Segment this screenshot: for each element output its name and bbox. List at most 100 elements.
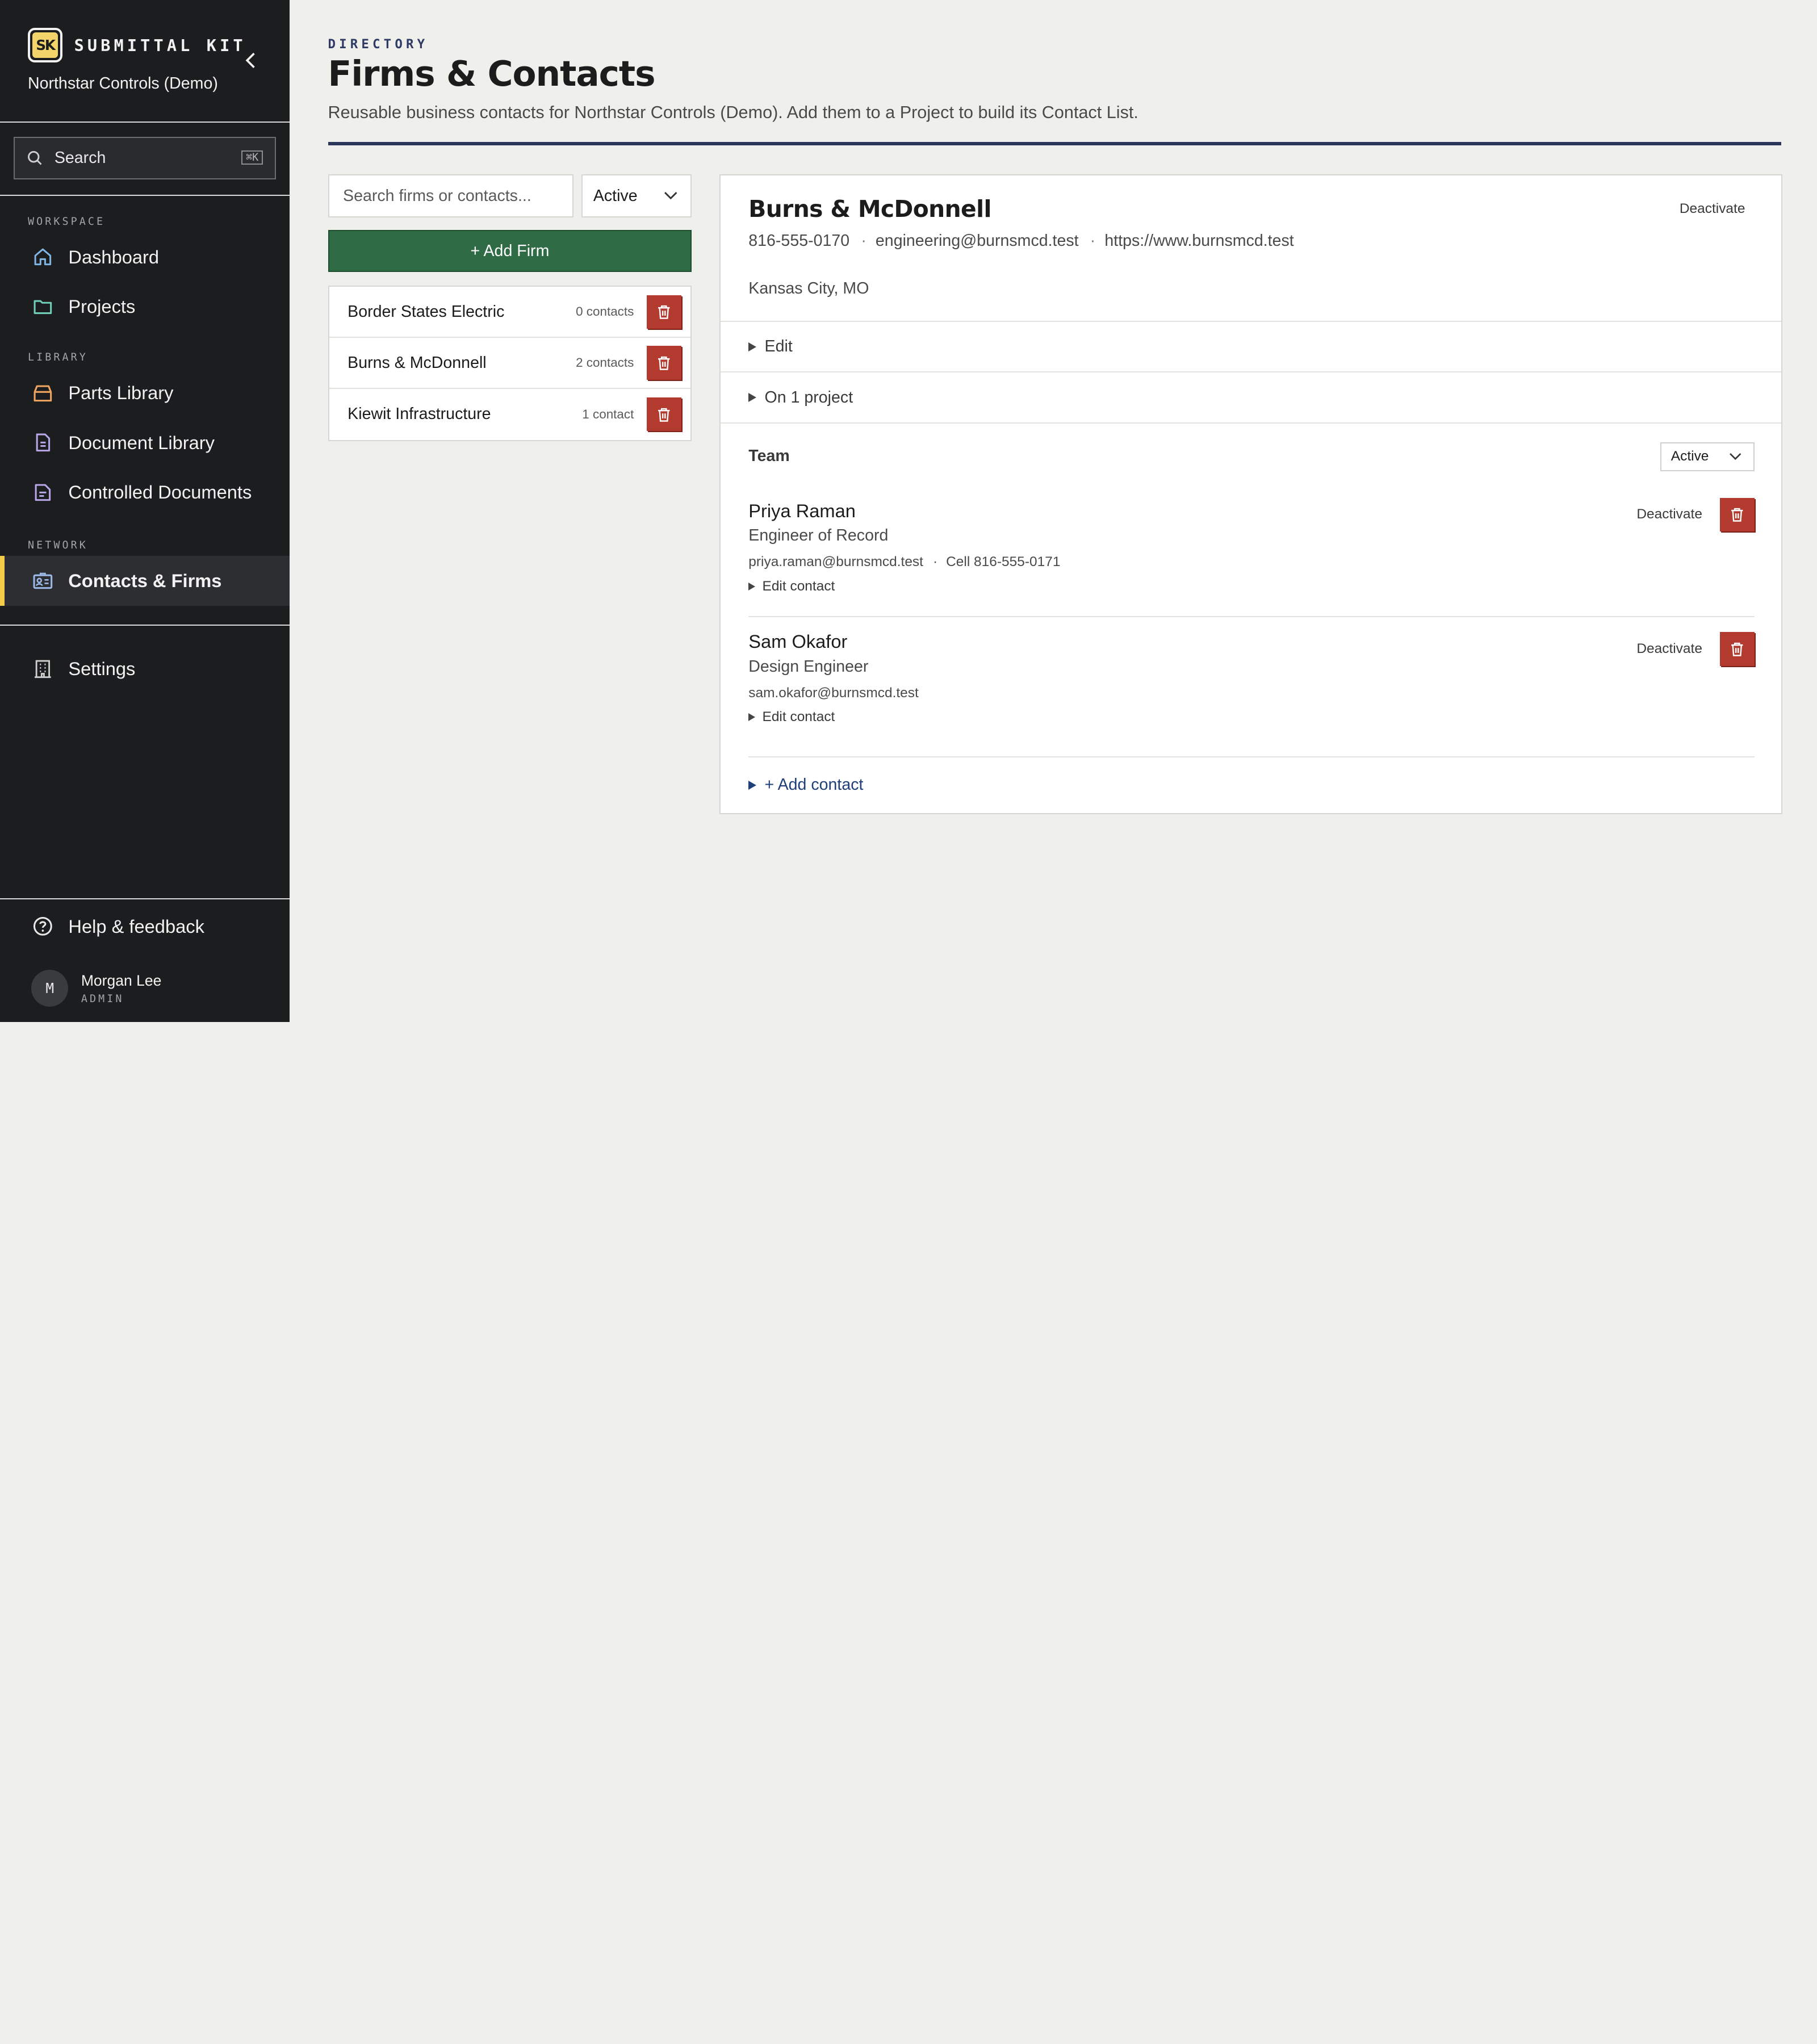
- projects-label: On 1 project: [764, 388, 853, 407]
- contact-phone: Cell 816-555-0171: [946, 554, 1061, 570]
- sidebar-item-label: Parts Library: [68, 382, 174, 403]
- firm-search-placeholder: Search firms or contacts...: [343, 186, 531, 205]
- firm-contact-count: 1 contact: [582, 407, 634, 421]
- trash-icon: [658, 408, 670, 422]
- firm-list-panel: Search firms or contacts... Active + Add…: [328, 174, 692, 814]
- firm-search-input[interactable]: Search firms or contacts...: [328, 174, 574, 217]
- add-contact-toggle[interactable]: + Add contact: [748, 756, 1755, 813]
- projects-toggle[interactable]: On 1 project: [721, 372, 1781, 424]
- header-rule: [328, 142, 1781, 146]
- building-icon: [35, 660, 51, 678]
- team-heading: Team: [748, 446, 790, 465]
- user-role: ADMIN: [81, 992, 124, 1005]
- user-profile[interactable]: M Morgan Lee ADMIN: [0, 970, 290, 1007]
- firm-detail-name: Burns & McDonnell: [748, 195, 991, 223]
- contact-email: sam.okafor@burnsmcd.test: [748, 685, 919, 701]
- brand-header: SK SUBMITTAL KIT Northstar Controls (Dem…: [0, 0, 290, 123]
- trash-icon: [1731, 642, 1743, 656]
- firm-list: Border States Electric 0 contacts Burns …: [328, 286, 692, 441]
- firm-name: Border States Electric: [348, 302, 505, 321]
- deactivate-contact-button[interactable]: Deactivate: [1636, 641, 1702, 657]
- chevron-down-icon: [664, 192, 677, 200]
- delete-firm-button[interactable]: [646, 346, 682, 380]
- sidebar-item-projects[interactable]: Projects: [0, 282, 290, 332]
- chevron-left-icon: [245, 52, 255, 68]
- sidebar-item-dashboard[interactable]: Dashboard: [0, 232, 290, 282]
- avatar: M: [31, 970, 69, 1007]
- collapse-sidebar-button[interactable]: [241, 49, 260, 72]
- sidebar-item-label: Settings: [68, 658, 136, 680]
- caret-right-icon: [748, 713, 756, 722]
- firm-row[interactable]: Border States Electric 0 contacts: [329, 287, 691, 338]
- document-icon: [36, 433, 51, 452]
- edit-contact-label: Edit contact: [762, 709, 835, 725]
- sidebar-item-contacts-firms[interactable]: Contacts & Firms: [0, 556, 290, 606]
- edit-contact-toggle[interactable]: Edit contact: [748, 579, 1755, 594]
- search-icon: [27, 151, 42, 165]
- search-shortcut: ⌘K: [241, 150, 263, 165]
- contact-email: priya.raman@burnsmcd.test: [748, 554, 923, 570]
- contact-card-icon: [33, 572, 53, 589]
- add-contact-label: + Add contact: [764, 776, 864, 794]
- contact-role: Design Engineer: [748, 657, 869, 676]
- page-subtitle: Reusable business contacts for Northstar…: [328, 102, 1138, 122]
- page-eyebrow: DIRECTORY: [328, 37, 429, 52]
- caret-right-icon: [748, 582, 756, 590]
- sidebar-item-label: Projects: [68, 296, 136, 317]
- team-status-select[interactable]: Active: [1660, 442, 1755, 471]
- sidebar-item-settings[interactable]: Settings: [0, 644, 290, 694]
- sidebar-item-document-library[interactable]: Document Library: [0, 418, 290, 468]
- add-firm-button[interactable]: + Add Firm: [328, 230, 692, 272]
- contact-info: priya.raman@burnsmcd.test · Cell 816-555…: [748, 554, 1061, 570]
- trash-icon: [1731, 508, 1743, 522]
- firm-contact-count: 2 contacts: [576, 355, 634, 370]
- deactivate-contact-button[interactable]: Deactivate: [1636, 506, 1702, 522]
- sidebar-item-parts-library[interactable]: Parts Library: [0, 368, 290, 418]
- firm-detail-meta: 816-555-0170 · engineering@burnsmcd.test…: [748, 232, 1294, 250]
- firm-row[interactable]: Burns & McDonnell 2 contacts: [329, 338, 691, 389]
- contact-card: Priya Raman Engineer of Record priya.ram…: [748, 488, 1755, 615]
- contact-name: Sam Okafor: [748, 631, 848, 652]
- delete-firm-button[interactable]: [646, 295, 682, 329]
- org-name: Northstar Controls (Demo): [27, 74, 218, 93]
- firm-contact-count: 0 contacts: [576, 304, 634, 319]
- trash-icon: [658, 356, 670, 370]
- contact-info: sam.okafor@burnsmcd.test: [748, 685, 1755, 701]
- delete-firm-button[interactable]: [646, 397, 682, 432]
- edit-firm-toggle[interactable]: Edit: [721, 322, 1781, 373]
- box-icon: [34, 385, 52, 401]
- sidebar-item-controlled-documents[interactable]: Controlled Documents: [0, 468, 290, 518]
- sidebar-item-label: Controlled Documents: [68, 481, 252, 503]
- delete-contact-button[interactable]: [1719, 632, 1755, 666]
- nav-section-library: LIBRARY: [27, 351, 88, 363]
- app-logo-mark: SK: [32, 32, 58, 58]
- sidebar-item-label: Document Library: [68, 432, 215, 453]
- trash-icon: [658, 305, 670, 319]
- sidebar-search[interactable]: Search ⌘K: [14, 136, 276, 180]
- firm-status-select[interactable]: Active: [581, 174, 692, 217]
- deactivate-firm-button[interactable]: Deactivate: [1680, 201, 1745, 217]
- contact-role: Engineer of Record: [748, 526, 889, 545]
- firm-phone: 816-555-0170: [748, 232, 850, 250]
- sidebar-item-label: Contacts & Firms: [68, 570, 222, 592]
- firm-row[interactable]: Kiewit Infrastructure 1 contact: [329, 389, 691, 440]
- delete-contact-button[interactable]: [1719, 497, 1755, 531]
- firm-website: https://www.burnsmcd.test: [1104, 232, 1294, 250]
- caret-right-icon: [748, 393, 756, 403]
- edit-contact-toggle[interactable]: Edit contact: [748, 709, 1755, 725]
- caret-right-icon: [748, 780, 756, 790]
- firm-detail-panel: Burns & McDonnell 816-555-0170 · enginee…: [719, 174, 1782, 814]
- page-title: Firms & Contacts: [328, 54, 656, 95]
- firm-location: Kansas City, MO: [748, 279, 869, 298]
- nav-section-network: NETWORK: [27, 539, 88, 552]
- brand-name: SUBMITTAL KIT: [74, 35, 246, 55]
- help-feedback-link[interactable]: Help & feedback: [0, 902, 290, 952]
- sidebar-item-label: Help & feedback: [68, 915, 204, 937]
- folder-icon: [34, 300, 52, 315]
- firm-status-value: Active: [593, 186, 638, 205]
- firm-email: engineering@burnsmcd.test: [875, 232, 1079, 250]
- sidebar-item-label: Dashboard: [68, 246, 160, 267]
- sidebar: SK SUBMITTAL KIT Northstar Controls (Dem…: [0, 0, 290, 1022]
- main-content: DIRECTORY Firms & Contacts Reusable busi…: [290, 0, 1817, 1022]
- contact-card: Sam Okafor Design Engineer sam.okafor@bu…: [748, 615, 1755, 756]
